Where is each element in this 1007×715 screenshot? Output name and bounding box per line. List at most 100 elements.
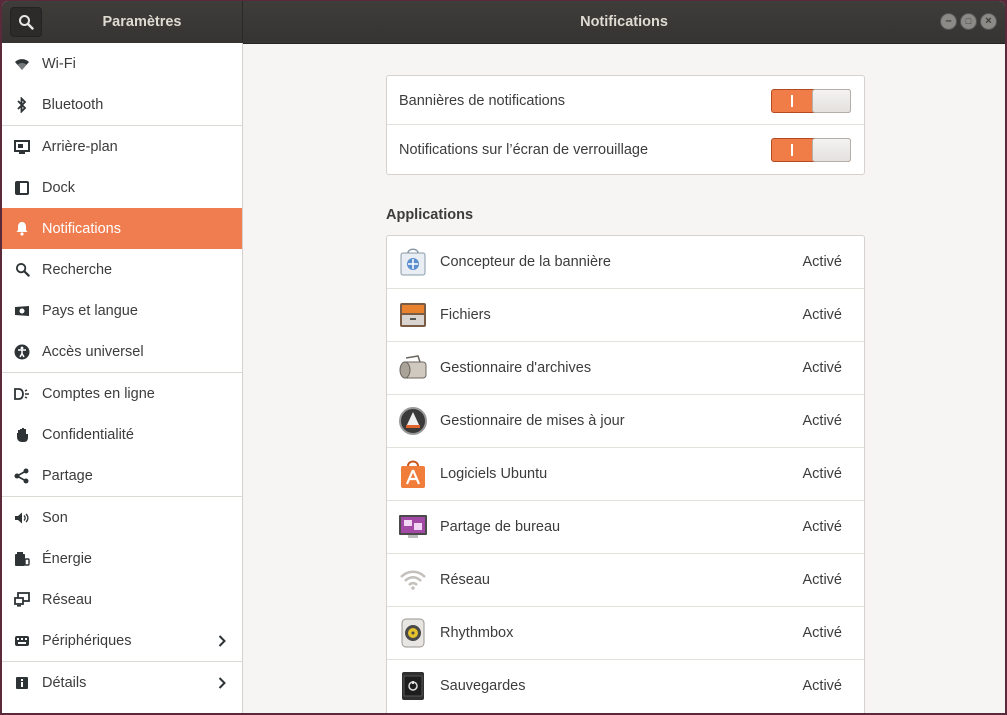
backup-safe-icon — [397, 670, 429, 702]
share-icon — [2, 468, 42, 484]
close-icon: × — [985, 15, 992, 27]
close-button[interactable]: × — [980, 13, 997, 30]
speaker-icon — [2, 511, 42, 525]
maximize-button[interactable]: □ — [960, 13, 977, 30]
switch-on-mark — [791, 94, 793, 107]
files-cabinet-icon — [397, 299, 429, 331]
sidebar-item-label: Recherche — [42, 261, 113, 278]
app-name: Partage de bureau — [440, 519, 561, 535]
update-manager-icon — [397, 405, 429, 437]
app-status: Activé — [802, 625, 843, 641]
banners-switch[interactable] — [771, 88, 851, 113]
app-row[interactable]: Partage de bureau Activé — [387, 501, 864, 553]
search-icon — [2, 262, 42, 277]
toggle-row-banners: Bannières de notifications — [387, 76, 864, 125]
app-name: Fichiers — [440, 307, 491, 323]
sidebar-item-label: Comptes en ligne — [42, 385, 155, 402]
notification-toggles-list: Bannières de notifications Notifications… — [386, 75, 865, 175]
page-title: Notifications — [580, 14, 668, 30]
ubuntu-software-bag-icon — [397, 458, 429, 490]
info-icon — [2, 676, 42, 690]
app-row[interactable]: Gestionnaire d'archives Activé — [387, 342, 864, 394]
app-status: Activé — [802, 519, 843, 535]
region-icon — [2, 305, 42, 317]
sidebar-item-label: Son — [42, 509, 68, 526]
app-row[interactable]: Rhythmbox Activé — [387, 607, 864, 659]
app-name: Rhythmbox — [440, 625, 514, 641]
app-status: Activé — [802, 466, 843, 482]
sidebar-item-sharing[interactable]: Partage — [2, 455, 242, 496]
power-icon — [2, 551, 42, 567]
sidebar-item-details[interactable]: Détails — [2, 662, 242, 703]
sidebar-item-devices[interactable]: Périphériques — [2, 620, 242, 661]
sidebar-item-label: Pays et langue — [42, 302, 138, 319]
network-icon — [2, 592, 42, 607]
applications-heading: Applications — [386, 207, 474, 223]
toggle-label: Notifications sur l’écran de verrouillag… — [399, 141, 649, 158]
sidebar: Wi-Fi Bluetooth Arrière-plan Dock Notifi… — [2, 43, 243, 713]
app-row[interactable]: Sauvegardes Activé — [387, 660, 864, 712]
lock-screen-switch[interactable] — [771, 137, 851, 162]
sidebar-item-notifications[interactable]: Notifications — [2, 208, 242, 249]
sidebar-title: Paramètres — [102, 14, 182, 30]
sidebar-item-wifi[interactable]: Wi-Fi — [2, 43, 242, 84]
app-status: Activé — [802, 360, 843, 376]
devices-icon — [2, 634, 42, 648]
switch-knob — [812, 88, 851, 113]
app-name: Réseau — [440, 572, 490, 588]
sidebar-item-accessibility[interactable]: Accès universel — [2, 331, 242, 372]
archive-manager-icon — [397, 352, 429, 384]
sidebar-item-label: Énergie — [42, 550, 92, 567]
app-status: Activé — [802, 572, 843, 588]
sidebar-item-label: Arrière-plan — [42, 138, 118, 155]
chevron-right-icon — [202, 634, 242, 647]
sidebar-item-online-accounts[interactable]: Comptes en ligne — [2, 373, 242, 414]
online-accounts-icon — [2, 387, 42, 401]
main-panel: Bannières de notifications Notifications… — [243, 43, 1005, 713]
sidebar-item-label: Périphériques — [42, 632, 132, 649]
app-status: Activé — [802, 413, 843, 429]
headerbar: Paramètres Notifications – □ × — [2, 1, 1005, 44]
sidebar-item-label: Confidentialité — [42, 426, 134, 443]
toggle-label: Bannières de notifications — [399, 92, 566, 109]
minimize-button[interactable]: – — [940, 13, 957, 30]
app-row[interactable]: Fichiers Activé — [387, 289, 864, 341]
rhythmbox-speaker-icon — [397, 617, 429, 649]
sidebar-item-label: Partage — [42, 467, 93, 484]
search-button[interactable] — [10, 7, 42, 37]
sidebar-item-label: Accès universel — [42, 343, 144, 360]
sidebar-item-region[interactable]: Pays et langue — [2, 290, 242, 331]
network-wifi-icon — [397, 564, 429, 596]
sidebar-item-privacy[interactable]: Confidentialité — [2, 414, 242, 455]
app-name: Sauvegardes — [440, 678, 526, 694]
settings-window: Paramètres Notifications – □ × Wi-Fi Blu… — [2, 1, 1005, 713]
app-row[interactable]: Gestionnaire de mises à jour Activé — [387, 395, 864, 447]
app-row[interactable]: Réseau Activé — [387, 554, 864, 606]
app-row[interactable]: Concepteur de la bannière Activé — [387, 236, 864, 288]
accessibility-icon — [2, 344, 42, 360]
sidebar-item-power[interactable]: Énergie — [2, 538, 242, 579]
app-name: Concepteur de la bannière — [440, 254, 611, 270]
app-status: Activé — [802, 678, 843, 694]
minimize-icon: – — [945, 15, 952, 27]
sidebar-item-sound[interactable]: Son — [2, 497, 242, 538]
search-icon — [19, 15, 34, 30]
sidebar-item-label: Dock — [42, 179, 76, 196]
app-status: Activé — [802, 254, 843, 270]
background-icon — [2, 139, 42, 154]
banner-designer-icon — [397, 246, 429, 278]
maximize-icon: □ — [965, 16, 972, 26]
sidebar-item-search[interactable]: Recherche — [2, 249, 242, 290]
switch-knob — [812, 137, 851, 162]
sidebar-item-background[interactable]: Arrière-plan — [2, 126, 242, 167]
app-row[interactable]: Logiciels Ubuntu Activé — [387, 448, 864, 500]
switch-on-mark — [791, 143, 793, 156]
bluetooth-icon — [2, 96, 42, 113]
sidebar-item-bluetooth[interactable]: Bluetooth — [2, 84, 242, 125]
sidebar-item-network[interactable]: Réseau — [2, 579, 242, 620]
desktop-sharing-icon — [397, 511, 429, 543]
sidebar-item-dock[interactable]: Dock — [2, 167, 242, 208]
sidebar-item-label: Bluetooth — [42, 96, 104, 113]
sidebar-item-label: Notifications — [42, 220, 121, 237]
sidebar-item-label: Détails — [42, 674, 87, 691]
